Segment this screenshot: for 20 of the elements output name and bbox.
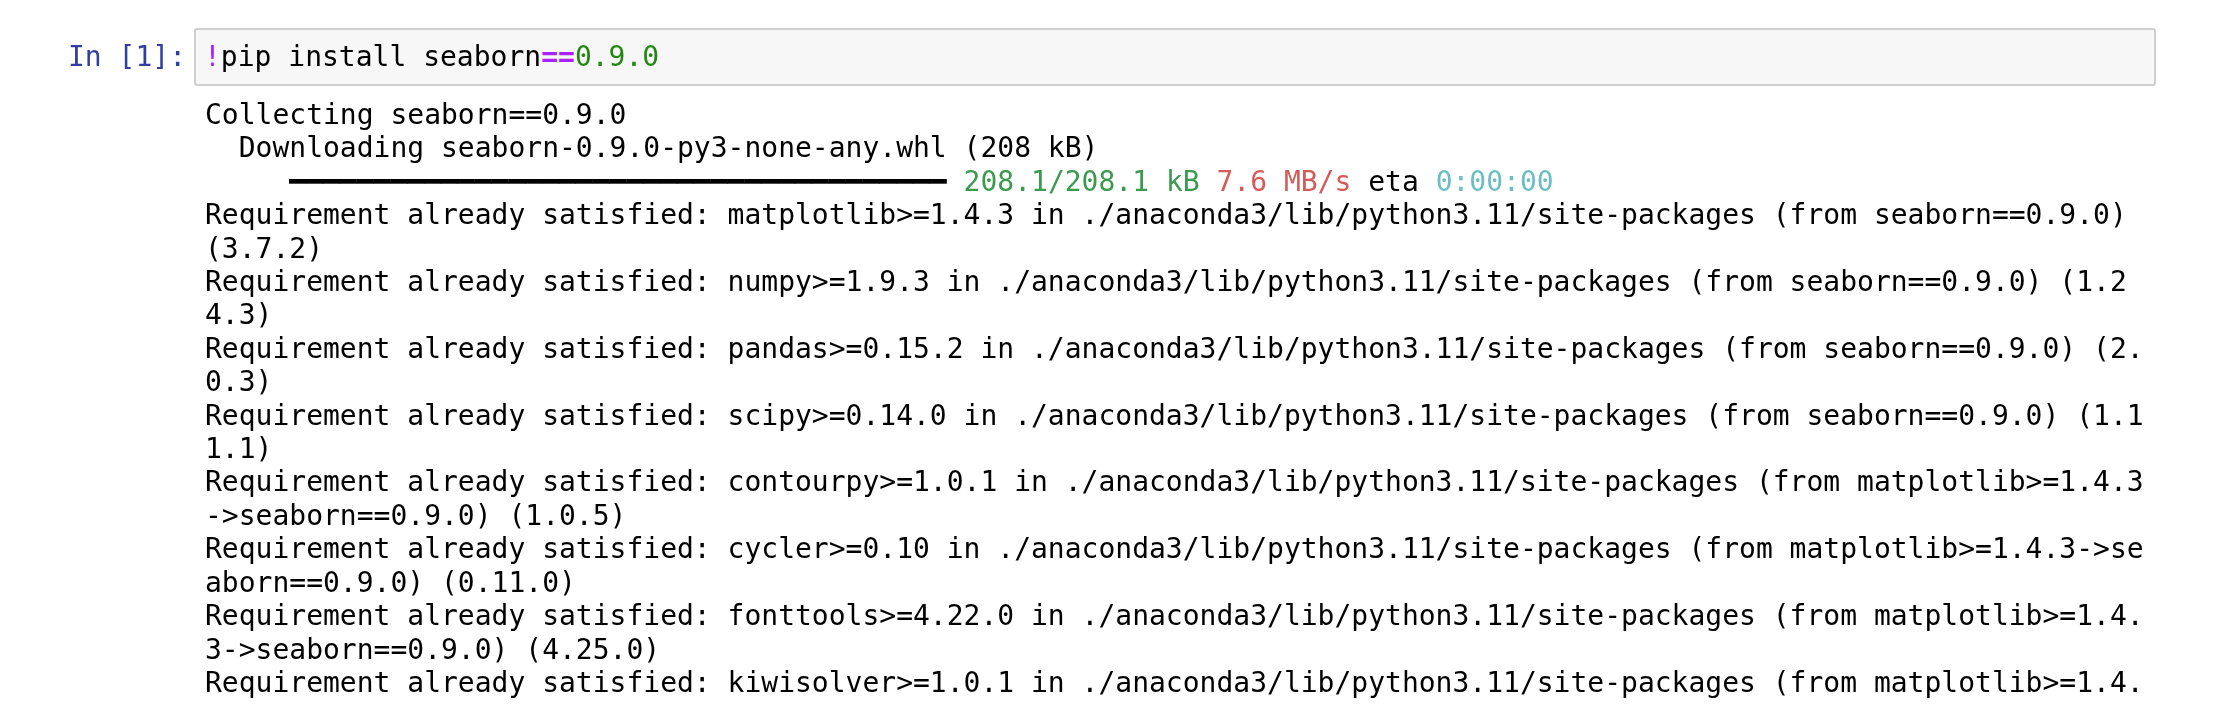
output-line: Requirement already satisfied: matplotlib>=1.4.3 in ./anaconda3/lib/python3.11/site-packages (from seaborn==0.9.0) <box>205 198 2127 232</box>
input-prompt: In [1]: <box>67 39 187 75</box>
output-line: 1.1) <box>205 432 273 466</box>
output-line: aborn==0.9.0) (0.11.0) <box>205 565 576 600</box>
output-line: 4.3) <box>205 298 273 332</box>
output-line: Collecting seaborn==0.9.0 <box>205 98 627 132</box>
output-line: Requirement already satisfied: kiwisolver>=1.0.1 in ./anaconda3/lib/python3.11/site-packages (from matplotlib>=1.4. <box>205 665 2144 700</box>
output-line: Requirement already satisfied: scipy>=0.14.0 in ./anaconda3/lib/python3.11/site-packages (from seaborn==0.9.0) (1.1 <box>205 398 2144 433</box>
output-line: ->seaborn==0.9.0) (1.0.5) <box>205 498 627 533</box>
output-line: ━━━━━━━━━━━━━━━━━━━━━━━━━━━━━━━━━━━━━━━ 208.1/208.1 kB 7.6 MB/s eta 0:00:00 <box>288 164 1554 199</box>
output-line: 0.3) <box>205 365 273 399</box>
output-line: Requirement already satisfied: fonttools>=4.22.0 in ./anaconda3/lib/python3.11/site-packages (from matplotlib>=1.4. <box>205 599 2144 633</box>
code-cell-input[interactable]: !pip install seaborn==0.9.0 <box>194 28 2156 86</box>
output-line: Requirement already satisfied: cycler>=0.10 in ./anaconda3/lib/python3.11/site-packages (from matplotlib>=1.4.3->se <box>205 532 2144 566</box>
output-line: Downloading seaborn-0.9.0-py3-none-any.whl (208 kB) <box>237 131 1099 165</box>
output-line: 3->seaborn==0.9.0) (4.25.0) <box>205 632 661 666</box>
output-line: (3.7.2) <box>205 231 323 266</box>
output-line: Requirement already satisfied: contourpy>=1.0.1 in ./anaconda3/lib/python3.11/site-packages (from matplotlib>=1.4.3 <box>205 465 2144 499</box>
output-line: Requirement already satisfied: pandas>=0.15.2 in ./anaconda3/lib/python3.11/site-packages (from seaborn==0.9.0) (2. <box>205 331 2144 366</box>
output-line: Requirement already satisfied: numpy>=1.9.3 in ./anaconda3/lib/python3.11/site-packages (from seaborn==0.9.0) (1.2 <box>205 265 2127 299</box>
